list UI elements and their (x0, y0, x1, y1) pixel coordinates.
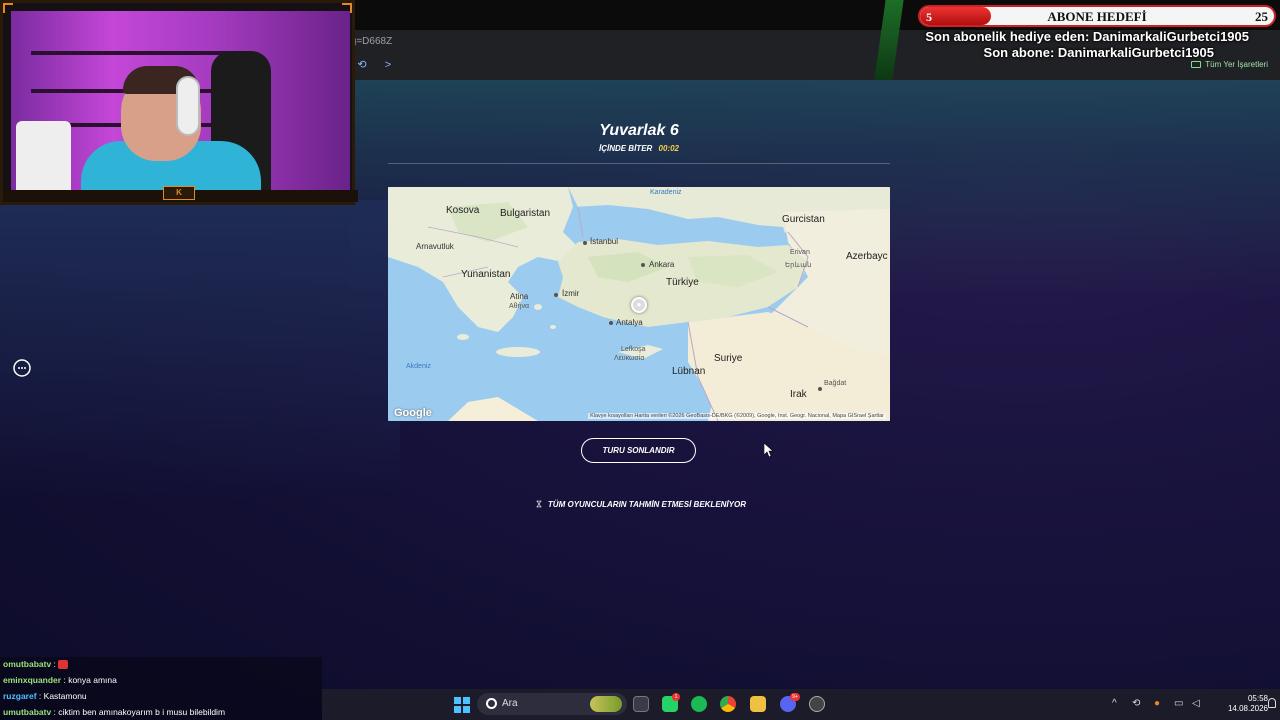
discord-badge: 9+ (790, 693, 800, 701)
emote-icon (58, 660, 69, 670)
clock-time: 05:58 (1247, 694, 1268, 703)
waiting-status: TÜM OYUNCULARIN TAHMİN ETMESİ BEKLENİYOR (536, 495, 746, 513)
google-logo: Google (394, 407, 432, 419)
map-label-erivan: Erivan (790, 249, 810, 256)
windows-start-icon[interactable] (454, 697, 470, 713)
map-label-izmir: İzmir (562, 289, 580, 298)
chat-message: omutbabatv : (3, 659, 69, 670)
map-dot-izmir (554, 293, 558, 297)
map-label-karadeniz: Karadeniz (650, 189, 682, 196)
chat-message: ruzgaref : Kastamonu (3, 691, 87, 701)
webcam-feed (11, 11, 350, 195)
map-label-atina: Atina (510, 292, 529, 301)
map-attribution[interactable]: Klavye kısayolları Harita verileri ©2026… (588, 413, 886, 419)
guess-map[interactable]: Karadeniz Kosova Bulgaristan Gurcistan A… (388, 187, 890, 421)
chat-text: : ciktim ben amınakoyarım b i musu bileb… (53, 707, 226, 717)
chat-bubble-icon[interactable] (12, 358, 32, 378)
chat-username: eminxquander (3, 675, 62, 685)
chat-username: ruzgaref (3, 691, 37, 701)
volume-icon[interactable]: ◁ (1192, 698, 1200, 709)
map-label-akdeniz: Akdeniz (406, 363, 431, 370)
map-label-lefkosa-native: Λευκωσία (614, 355, 645, 362)
map-label-lubnan: Lübnan (672, 366, 706, 377)
search-label: Ara (502, 698, 518, 709)
clock-date: 14.08.2026 (1227, 704, 1268, 713)
map-dot-antalya (609, 321, 613, 325)
chat-username: omutbabatv (3, 659, 52, 669)
notification-bell-icon[interactable] (1268, 698, 1276, 708)
file-explorer-icon[interactable] (750, 696, 766, 712)
map-dot-istanbul (583, 241, 587, 245)
chrome-icon[interactable] (720, 696, 736, 712)
reload-icon[interactable]: ⟲ (355, 58, 369, 72)
microphone-icon[interactable]: ● (1154, 698, 1160, 709)
channel-logo: K (163, 186, 195, 200)
spotify-icon[interactable] (691, 696, 707, 712)
headphones (176, 76, 200, 136)
map-label-gurcistan: Gurcistan (782, 214, 825, 225)
network-icon[interactable]: ▭ (1174, 698, 1183, 709)
map-label-erivan-native: Երևան (785, 262, 812, 269)
map-label-azerbaycan: Azerbayc (846, 251, 888, 262)
mouse-cursor-icon (764, 443, 774, 457)
search-icon (486, 698, 497, 709)
map-dot-bagdat (818, 387, 822, 391)
folder-icon (1191, 61, 1202, 68)
frame-corner (342, 3, 352, 13)
round-timer: İÇİNDE BİTER 00:02 (388, 144, 890, 153)
goal-title: ABONE HEDEFİ (1047, 9, 1147, 24)
timer-label: İÇİNDE BİTER (598, 144, 653, 153)
all-bookmarks[interactable]: Tüm Yer İşaretleri (1191, 60, 1268, 69)
arrow-right-icon[interactable]: > (381, 58, 395, 72)
last-gift-sub: Son abonelik hediye eden: DanimarkaliGur… (925, 29, 1249, 44)
taskbar-clock[interactable]: 05:58 14.08.2026 (1228, 694, 1268, 714)
subscriber-goal-bar: 5 ABONE HEDEFİ 25 (918, 5, 1276, 27)
timer-value: 00:02 (658, 144, 680, 153)
player-guess-pin[interactable]: ● (631, 297, 647, 313)
chat-username: umutbabatv (3, 707, 52, 717)
end-round-button[interactable]: TURU SONLANDIR (581, 438, 696, 463)
task-view-icon[interactable] (633, 696, 649, 712)
sync-icon[interactable]: ⟲ (1132, 698, 1140, 709)
chat-text: : (53, 659, 56, 669)
map-label-suriye: Suriye (714, 353, 743, 364)
lamp (16, 121, 71, 195)
map-label-irak: Irak (790, 389, 807, 400)
last-subscriber: Son abone: DanimarkaliGurbetci1905 (983, 45, 1214, 60)
frame-corner (3, 3, 13, 13)
map-label-bagdat: Bağdat (824, 380, 847, 387)
map-label-lefkosa: Lefkoşa (621, 346, 646, 353)
stream-chat: omutbabatv : eminxquander : konya amına … (0, 657, 322, 720)
map-label-arnavutluk: Arnavutluk (416, 242, 454, 251)
map-label-yunanistan: Yunanistan (461, 269, 511, 280)
search-highlight-image (590, 696, 622, 712)
hourglass-icon (536, 500, 542, 508)
goal-target: 25 (1255, 9, 1268, 24)
chat-text: : konya amına (63, 675, 117, 685)
whatsapp-badge: 1 (672, 693, 680, 701)
map-label-antalya: Antalya (616, 318, 643, 327)
background-glow-left (0, 200, 400, 500)
divider (388, 163, 890, 164)
map-label-istanbul: İstanbul (590, 237, 619, 246)
browser-nav: ⟲ > (355, 58, 395, 72)
round-title: Yuvarlak 6 (599, 122, 679, 139)
chat-text: : Kastamonu (38, 691, 87, 701)
chevron-up-icon[interactable]: ^ (1112, 698, 1117, 709)
map-dot-ankara (641, 263, 645, 267)
app-icon[interactable] (809, 696, 825, 712)
map-label-atina-native: Αθήνα (509, 303, 530, 310)
webcam-overlay: K (0, 0, 358, 205)
waiting-text: TÜM OYUNCULARIN TAHMİN ETMESİ BEKLENİYOR (547, 499, 746, 509)
chat-message: eminxquander : konya amına (3, 675, 117, 685)
bookmarks-label: Tüm Yer İşaretleri (1205, 60, 1268, 69)
map-label-turkiye: Türkiye (666, 277, 699, 288)
map-label-ankara: Ankara (649, 260, 675, 269)
map-label-kosova: Kosova (446, 205, 480, 216)
chat-message: umutbabatv : ciktim ben amınakoyarım b i… (3, 707, 225, 717)
map-label-bulgaristan: Bulgaristan (500, 208, 551, 219)
